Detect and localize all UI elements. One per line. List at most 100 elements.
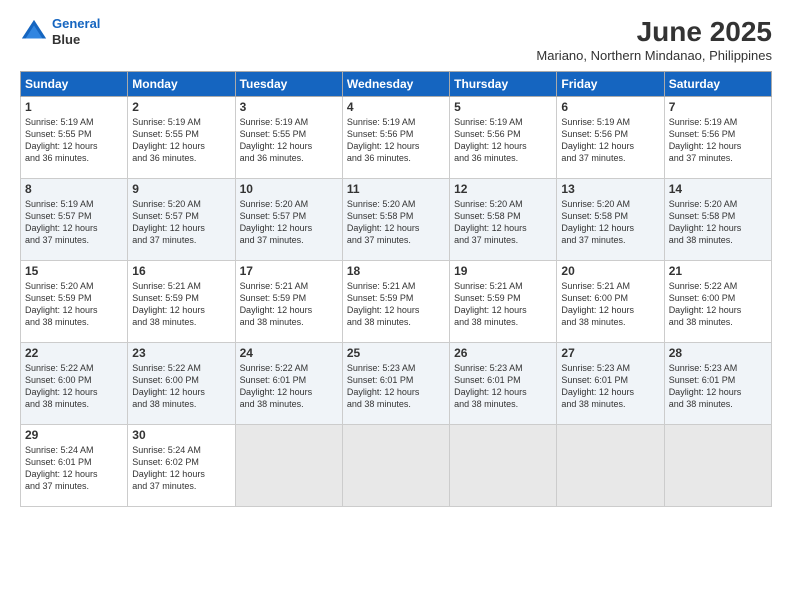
logo-icon [20,18,48,46]
daylight-label: Daylight: 12 hours [25,305,98,315]
daylight-minutes: and 38 minutes. [347,317,411,327]
table-cell: 18 Sunrise: 5:21 AM Sunset: 5:59 PM Dayl… [342,261,449,343]
sunset-label: Sunset: 5:58 PM [347,211,414,221]
table-cell: 3 Sunrise: 5:19 AM Sunset: 5:55 PM Dayli… [235,97,342,179]
daylight-minutes: and 36 minutes. [454,153,518,163]
sunset-label: Sunset: 5:58 PM [454,211,521,221]
day-info: Sunrise: 5:24 AM Sunset: 6:01 PM Dayligh… [25,444,123,493]
sunrise-label: Sunrise: 5:21 AM [561,281,630,291]
day-number: 4 [347,100,445,114]
sunrise-label: Sunrise: 5:20 AM [454,199,523,209]
table-cell [664,425,771,507]
sunrise-label: Sunrise: 5:19 AM [454,117,523,127]
daylight-label: Daylight: 12 hours [240,387,313,397]
day-info: Sunrise: 5:24 AM Sunset: 6:02 PM Dayligh… [132,444,230,493]
daylight-minutes: and 38 minutes. [454,399,518,409]
day-number: 21 [669,264,767,278]
daylight-minutes: and 37 minutes. [132,235,196,245]
sunrise-label: Sunrise: 5:21 AM [240,281,309,291]
daylight-minutes: and 37 minutes. [25,235,89,245]
daylight-label: Daylight: 12 hours [561,223,634,233]
day-number: 24 [240,346,338,360]
sunrise-label: Sunrise: 5:20 AM [240,199,309,209]
daylight-label: Daylight: 12 hours [669,141,742,151]
day-number: 3 [240,100,338,114]
table-cell [342,425,449,507]
sunset-label: Sunset: 5:55 PM [132,129,199,139]
day-number: 30 [132,428,230,442]
day-info: Sunrise: 5:23 AM Sunset: 6:01 PM Dayligh… [669,362,767,411]
sunrise-label: Sunrise: 5:21 AM [347,281,416,291]
day-info: Sunrise: 5:21 AM Sunset: 5:59 PM Dayligh… [454,280,552,329]
table-cell: 28 Sunrise: 5:23 AM Sunset: 6:01 PM Dayl… [664,343,771,425]
table-cell: 23 Sunrise: 5:22 AM Sunset: 6:00 PM Dayl… [128,343,235,425]
day-info: Sunrise: 5:19 AM Sunset: 5:56 PM Dayligh… [347,116,445,165]
table-cell: 13 Sunrise: 5:20 AM Sunset: 5:58 PM Dayl… [557,179,664,261]
col-fri: Friday [557,72,664,97]
daylight-minutes: and 38 minutes. [347,399,411,409]
daylight-label: Daylight: 12 hours [454,387,527,397]
daylight-minutes: and 36 minutes. [132,153,196,163]
daylight-minutes: and 38 minutes. [25,399,89,409]
daylight-minutes: and 36 minutes. [347,153,411,163]
sunrise-label: Sunrise: 5:24 AM [25,445,94,455]
daylight-label: Daylight: 12 hours [25,469,98,479]
day-number: 6 [561,100,659,114]
sunset-label: Sunset: 6:01 PM [561,375,628,385]
sunrise-label: Sunrise: 5:22 AM [132,363,201,373]
table-cell: 24 Sunrise: 5:22 AM Sunset: 6:01 PM Dayl… [235,343,342,425]
sunset-label: Sunset: 5:56 PM [669,129,736,139]
col-thu: Thursday [450,72,557,97]
sunset-label: Sunset: 5:58 PM [561,211,628,221]
daylight-label: Daylight: 12 hours [347,387,420,397]
daylight-minutes: and 38 minutes. [454,317,518,327]
col-tue: Tuesday [235,72,342,97]
header-row: Sunday Monday Tuesday Wednesday Thursday… [21,72,772,97]
sunset-label: Sunset: 5:57 PM [25,211,92,221]
daylight-minutes: and 38 minutes. [132,317,196,327]
daylight-label: Daylight: 12 hours [240,141,313,151]
daylight-label: Daylight: 12 hours [347,141,420,151]
table-cell [235,425,342,507]
table-cell: 15 Sunrise: 5:20 AM Sunset: 5:59 PM Dayl… [21,261,128,343]
sunset-label: Sunset: 5:58 PM [669,211,736,221]
day-number: 10 [240,182,338,196]
sunrise-label: Sunrise: 5:20 AM [132,199,201,209]
day-info: Sunrise: 5:20 AM Sunset: 5:58 PM Dayligh… [347,198,445,247]
table-cell: 22 Sunrise: 5:22 AM Sunset: 6:00 PM Dayl… [21,343,128,425]
daylight-label: Daylight: 12 hours [669,223,742,233]
daylight-minutes: and 38 minutes. [25,317,89,327]
sunset-label: Sunset: 6:00 PM [132,375,199,385]
sunset-label: Sunset: 6:02 PM [132,457,199,467]
day-number: 9 [132,182,230,196]
week-row-1: 8 Sunrise: 5:19 AM Sunset: 5:57 PM Dayli… [21,179,772,261]
sunrise-label: Sunrise: 5:19 AM [25,117,94,127]
sunrise-label: Sunrise: 5:23 AM [347,363,416,373]
table-cell: 17 Sunrise: 5:21 AM Sunset: 5:59 PM Dayl… [235,261,342,343]
day-number: 18 [347,264,445,278]
sunset-label: Sunset: 5:56 PM [454,129,521,139]
daylight-label: Daylight: 12 hours [132,305,205,315]
table-cell: 30 Sunrise: 5:24 AM Sunset: 6:02 PM Dayl… [128,425,235,507]
daylight-label: Daylight: 12 hours [240,223,313,233]
day-info: Sunrise: 5:22 AM Sunset: 6:00 PM Dayligh… [25,362,123,411]
sunrise-label: Sunrise: 5:22 AM [25,363,94,373]
sunrise-label: Sunrise: 5:24 AM [132,445,201,455]
sunrise-label: Sunrise: 5:23 AM [561,363,630,373]
day-info: Sunrise: 5:21 AM Sunset: 5:59 PM Dayligh… [132,280,230,329]
daylight-minutes: and 38 minutes. [669,399,733,409]
daylight-minutes: and 36 minutes. [25,153,89,163]
sunrise-label: Sunrise: 5:20 AM [561,199,630,209]
day-info: Sunrise: 5:20 AM Sunset: 5:59 PM Dayligh… [25,280,123,329]
sunrise-label: Sunrise: 5:19 AM [669,117,738,127]
day-info: Sunrise: 5:20 AM Sunset: 5:58 PM Dayligh… [669,198,767,247]
daylight-label: Daylight: 12 hours [25,387,98,397]
sunrise-label: Sunrise: 5:19 AM [240,117,309,127]
sunset-label: Sunset: 6:01 PM [240,375,307,385]
day-info: Sunrise: 5:19 AM Sunset: 5:55 PM Dayligh… [132,116,230,165]
daylight-label: Daylight: 12 hours [240,305,313,315]
table-cell: 19 Sunrise: 5:21 AM Sunset: 5:59 PM Dayl… [450,261,557,343]
day-number: 7 [669,100,767,114]
day-info: Sunrise: 5:20 AM Sunset: 5:58 PM Dayligh… [561,198,659,247]
sunset-label: Sunset: 5:59 PM [25,293,92,303]
